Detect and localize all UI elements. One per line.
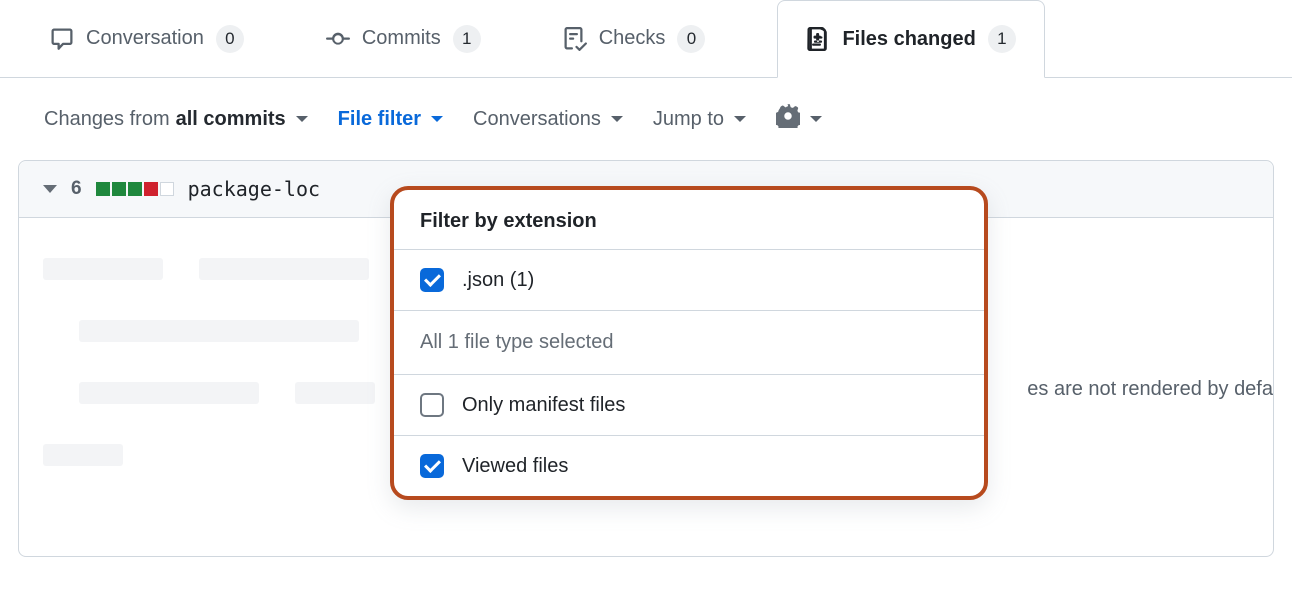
chevron-down-icon[interactable] [43, 185, 57, 193]
conversations-dropdown[interactable]: Conversations [473, 108, 623, 131]
tab-conversation[interactable]: Conversation 0 [40, 1, 266, 77]
diff-settings-dropdown[interactable] [776, 104, 822, 134]
checklist-icon [563, 27, 587, 51]
file-filter-label: File filter [338, 108, 421, 131]
diff-del-square [144, 182, 158, 196]
file-filter-dropdown[interactable]: File filter [338, 108, 443, 131]
diff-add-square [112, 182, 126, 196]
filter-ext-json[interactable]: .json (1) [394, 250, 984, 311]
changes-from-dropdown[interactable]: Changes from all commits [44, 108, 308, 131]
file-filter-popover: Filter by extension .json (1) All 1 file… [390, 186, 988, 500]
tab-files-label: Files changed [842, 28, 975, 51]
filter-viewed-label: Viewed files [462, 455, 568, 478]
file-name[interactable]: package-loc [188, 177, 320, 201]
caret-down-icon [810, 116, 822, 122]
filter-manifest-label: Only manifest files [462, 394, 625, 417]
diff-toolbar: Changes from all commits File filter Con… [0, 78, 1292, 160]
tab-checks[interactable]: Checks 0 [553, 1, 728, 77]
tab-files-count: 1 [988, 25, 1016, 53]
checkbox-checked-icon[interactable] [420, 268, 444, 292]
popover-title: Filter by extension [394, 190, 984, 250]
jump-to-label: Jump to [653, 108, 724, 131]
filter-viewed-files[interactable]: Viewed files [394, 436, 984, 496]
filter-only-manifest[interactable]: Only manifest files [394, 375, 984, 436]
tab-files-changed[interactable]: Files changed 1 [777, 0, 1044, 78]
caret-down-icon [734, 116, 746, 122]
jump-to-dropdown[interactable]: Jump to [653, 108, 746, 131]
filter-ext-label: .json (1) [462, 269, 534, 292]
git-commit-icon [326, 27, 350, 51]
tab-checks-label: Checks [599, 27, 666, 50]
diff-add-square [128, 182, 142, 196]
tab-commits-count: 1 [453, 25, 481, 53]
tab-commits[interactable]: Commits 1 [316, 1, 503, 77]
diff-stat-count: 6 [71, 178, 82, 200]
caret-down-icon [431, 116, 443, 122]
pr-tabs: Conversation 0 Commits 1 Checks 0 Files … [0, 0, 1292, 78]
conversations-label: Conversations [473, 108, 601, 131]
changes-scope: all commits [176, 108, 286, 131]
file-diff-icon [806, 27, 830, 51]
filter-summary: All 1 file type selected [394, 311, 984, 375]
gear-icon [776, 104, 800, 134]
diff-add-square [96, 182, 110, 196]
tab-conversation-count: 0 [216, 25, 244, 53]
diff-stat-bar [96, 182, 174, 196]
caret-down-icon [296, 116, 308, 122]
tab-commits-label: Commits [362, 27, 441, 50]
checkbox-unchecked-icon[interactable] [420, 393, 444, 417]
tab-checks-count: 0 [677, 25, 705, 53]
caret-down-icon [611, 116, 623, 122]
comment-icon [50, 27, 74, 51]
tab-conversation-label: Conversation [86, 27, 204, 50]
not-rendered-note: es are not rendered by defa [1027, 378, 1273, 401]
diff-neutral-square [160, 182, 174, 196]
checkbox-checked-icon[interactable] [420, 454, 444, 478]
changes-prefix: Changes from [44, 108, 170, 131]
